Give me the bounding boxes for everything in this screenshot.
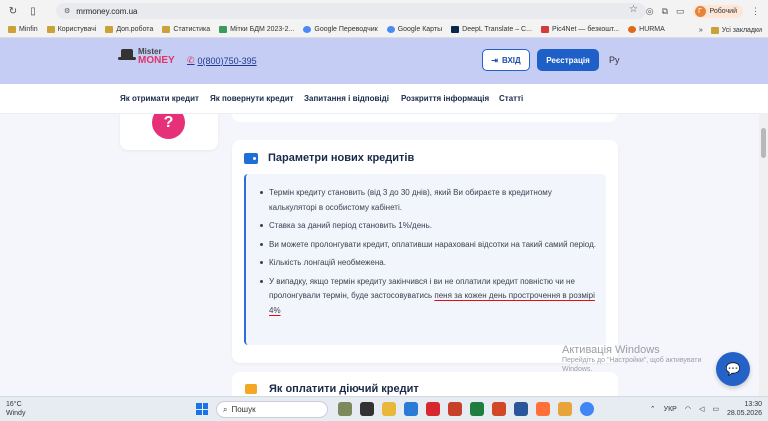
file-explorer-icon[interactable] [382, 402, 396, 416]
profile-name: Робочий [709, 7, 737, 15]
url-text: mrmoney.com.ua [76, 6, 138, 16]
nav-item-disclosure[interactable]: Розкриття інформація [401, 94, 489, 103]
address-bar[interactable]: ⚙ mrmoney.com.ua ☆ [56, 3, 646, 19]
list-item: Ви можете пролонгувати кредит, оплативши… [260, 238, 596, 253]
nav-item-faq[interactable]: Запитання і відповіді [304, 94, 389, 103]
bookmark-item[interactable]: Pic4Net — безкошт... [540, 26, 619, 33]
bookmark-item[interactable]: Статистика [162, 26, 210, 33]
site-header: Mister MONEY ✆ 0(800)750-395 ⇥ ВХІД Реєс… [0, 38, 768, 84]
more-bookmarks-icon[interactable]: » [699, 27, 703, 34]
site-nav: Як отримати кредит Як повернути кредит З… [0, 84, 768, 114]
sidebar-icon[interactable]: ▯ [26, 4, 40, 18]
extensions-icon[interactable]: ⧉ [662, 6, 668, 17]
bookmark-item[interactable]: Доп.робота [105, 26, 153, 33]
volume-icon[interactable]: ◁ [699, 405, 704, 413]
params-list-box: Термін кредиту становить (від 3 до 30 дн… [244, 174, 606, 345]
profile-button[interactable]: Г Робочий [692, 4, 743, 18]
register-button[interactable]: Реєстрація [537, 49, 599, 71]
battery-icon[interactable]: ▭ [712, 405, 719, 413]
all-bookmarks-folder[interactable]: Усі закладки [710, 26, 762, 34]
question-icon: ? [152, 114, 185, 139]
bookmark-item[interactable]: HURMA [628, 26, 665, 33]
taskbar-search[interactable]: ⌕ Пошук [216, 401, 328, 418]
menu-icon[interactable]: ⋮ [751, 6, 760, 17]
clock[interactable]: 13:30 28.05.2026 [727, 400, 762, 418]
payment-card-title: Як оплатити діючий кредит [269, 383, 419, 395]
paint-icon[interactable] [558, 402, 572, 416]
search-icon: ⌕ [223, 404, 228, 414]
card-title: Параметри нових кредитів [268, 152, 415, 164]
excel-icon[interactable] [470, 402, 484, 416]
task-view-icon[interactable] [360, 402, 374, 416]
firefox-icon[interactable] [536, 402, 550, 416]
main-content: ? Параметри нових кредитів Термін кредит… [0, 114, 768, 396]
site-logo[interactable]: Mister MONEY [118, 47, 175, 66]
tray-chevron-icon[interactable]: ⌃ [650, 405, 656, 413]
logo-line2: MONEY [138, 55, 175, 66]
bookmark-item[interactable]: Minfin [8, 26, 38, 33]
camera-icon[interactable]: ◎ [646, 6, 654, 17]
chat-icon: 💬 [725, 362, 741, 376]
widget-icon[interactable] [338, 402, 352, 416]
chrome-icon[interactable] [580, 402, 594, 416]
bookmark-item[interactable]: Google Переводчик [303, 26, 378, 33]
payment-icon [245, 384, 257, 394]
acrobat-icon[interactable] [448, 402, 462, 416]
windows-activation-watermark: Активація Windows Перейдіть до "Настройк… [562, 344, 722, 374]
activation-text: Перейдіть до "Настройки", щоб активувати… [562, 357, 702, 373]
system-tray: ⌃ УКР ◠ ◁ ▭ 13:30 28.05.2026 [650, 400, 762, 418]
bookmark-item[interactable]: DeepL Translate – С... [451, 26, 532, 33]
bookmark-item[interactable]: Мітки БДМ 2023-2... [219, 26, 294, 33]
list-item: Термін кредиту становить (від 3 до 30 дн… [260, 186, 596, 215]
nav-item-get-credit[interactable]: Як отримати кредит [120, 94, 199, 103]
list-item: Ставка за даний період становить 1%/день… [260, 219, 596, 234]
word-icon[interactable] [514, 402, 528, 416]
scrollbar-thumb[interactable] [761, 128, 766, 158]
language-switch[interactable]: Ру [609, 55, 620, 65]
weather-widget[interactable]: 16°C Windy [6, 400, 25, 418]
bookmark-item[interactable]: Google Карты [386, 26, 442, 33]
wifi-icon[interactable]: ◠ [685, 405, 691, 413]
windows-start-icon[interactable] [196, 403, 208, 415]
login-icon: ⇥ [491, 55, 498, 65]
taskbar-apps [338, 402, 594, 416]
store-icon[interactable] [404, 402, 418, 416]
previous-card [232, 114, 617, 122]
help-card: ? [120, 114, 218, 150]
browser-toolbar: ↻ ▯ ⚙ mrmoney.com.ua ☆ ◎ ⧉ ▭ Г Робочий ⋮ [0, 0, 768, 22]
bookmarks-bar: Minfin Користувачі Доп.робота Статистика… [0, 22, 768, 38]
bookmark-star-icon[interactable]: ☆ [629, 4, 638, 15]
credit-params-card: Параметри нових кредитів Термін кредиту … [232, 140, 618, 363]
wallet-icon [244, 152, 258, 164]
profile-avatar: Г [694, 5, 706, 17]
phone-number: 0(800)750-395 [197, 55, 257, 66]
windows-taskbar: 16°C Windy ⌕ Пошук ⌃ УКР ◠ ◁ ▭ 13:30 28.… [0, 396, 768, 421]
login-button[interactable]: ⇥ ВХІД [482, 49, 530, 71]
powerpoint-icon[interactable] [492, 402, 506, 416]
temperature: 16°C [6, 401, 22, 408]
nav-item-repay-credit[interactable]: Як повернути кредит [210, 94, 294, 103]
chat-button[interactable]: 💬 [716, 352, 750, 386]
opera-icon[interactable] [426, 402, 440, 416]
list-item: Кількість лонгацій необмежена. [260, 256, 596, 271]
phone-link[interactable]: ✆ 0(800)750-395 [187, 55, 257, 66]
split-view-icon[interactable]: ▭ [676, 6, 685, 17]
list-item: У випадку, якщо термін кредиту закінчивс… [260, 275, 596, 319]
page-scrollbar[interactable] [759, 114, 768, 396]
bookmark-item[interactable]: Користувачі [46, 26, 96, 33]
reload-icon[interactable]: ↻ [6, 4, 20, 18]
activation-title: Активація Windows [562, 344, 660, 356]
hat-icon [118, 49, 136, 63]
payment-card[interactable]: Як оплатити діючий кредит [232, 372, 618, 396]
search-label: Пошук [231, 405, 256, 414]
site-info-icon[interactable]: ⚙ [64, 7, 70, 15]
weather-text: Windy [6, 410, 26, 417]
nav-item-articles[interactable]: Статті [499, 94, 523, 103]
phone-icon: ✆ [187, 55, 195, 65]
language-indicator[interactable]: УКР [664, 406, 677, 413]
